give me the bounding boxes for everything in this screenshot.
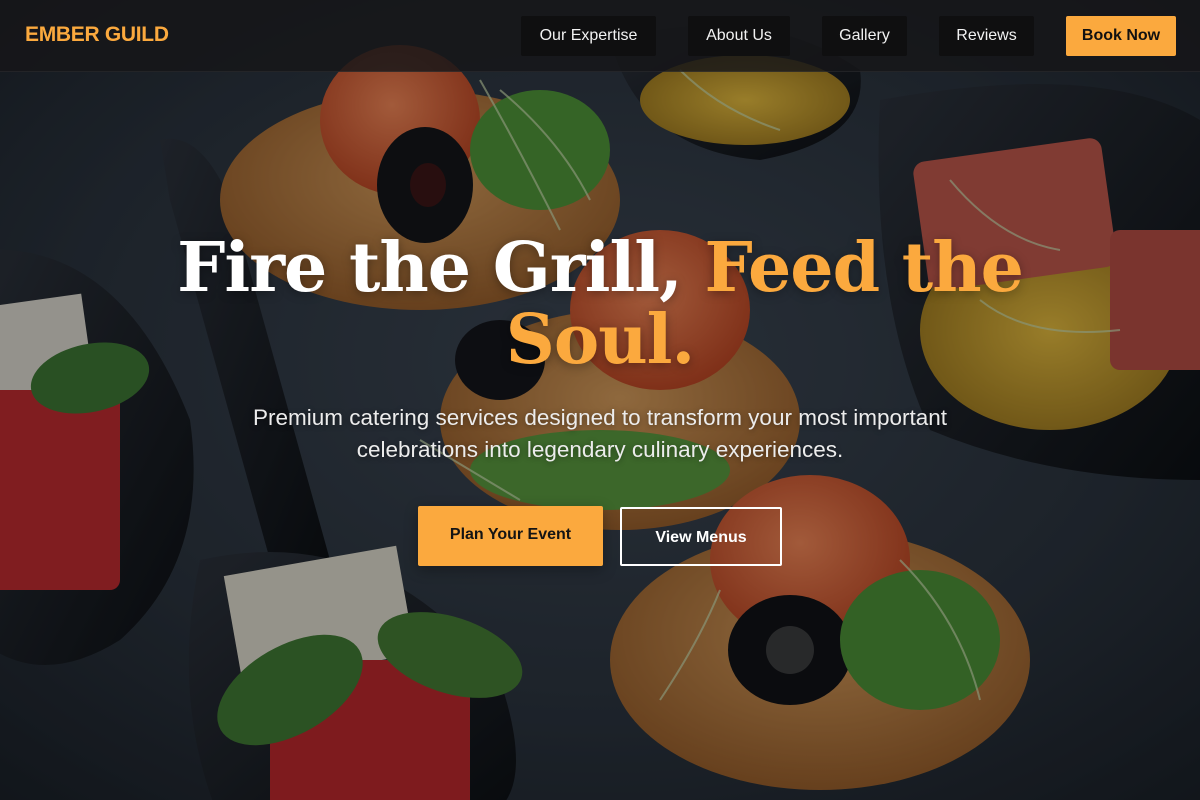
book-now-button[interactable]: Book Now bbox=[1066, 16, 1176, 56]
hero-subtitle-line-2: celebrations into legendary culinary exp… bbox=[356, 437, 844, 462]
hero-headline-white: Fire the Grill, bbox=[177, 228, 705, 308]
page: EMBER GUILD Our Expertise About Us Galle… bbox=[0, 0, 1200, 800]
hero-headline: Fire the Grill, Feed the Soul. bbox=[100, 232, 1100, 376]
nav-link-gallery[interactable]: Gallery bbox=[822, 16, 907, 56]
hero-overlay bbox=[0, 0, 1200, 800]
nav-link-about-us[interactable]: About Us bbox=[688, 16, 790, 56]
hero-headline-accent-line-1: Feed the bbox=[704, 228, 1023, 308]
nav-link-reviews[interactable]: Reviews bbox=[939, 16, 1034, 56]
hero-headline-accent: Soul. bbox=[505, 300, 695, 380]
site-header: EMBER GUILD Our Expertise About Us Galle… bbox=[0, 0, 1200, 72]
plan-your-event-button[interactable]: Plan Your Event bbox=[418, 506, 603, 566]
view-menus-button[interactable]: View Menus bbox=[620, 507, 782, 566]
hero-subtitle: Premium catering services designed to tr… bbox=[200, 402, 1000, 466]
brand-logo[interactable]: EMBER GUILD bbox=[25, 23, 169, 47]
nav-link-our-expertise[interactable]: Our Expertise bbox=[521, 16, 656, 56]
hero-subtitle-line-1: Premium catering services designed to tr… bbox=[252, 405, 948, 430]
